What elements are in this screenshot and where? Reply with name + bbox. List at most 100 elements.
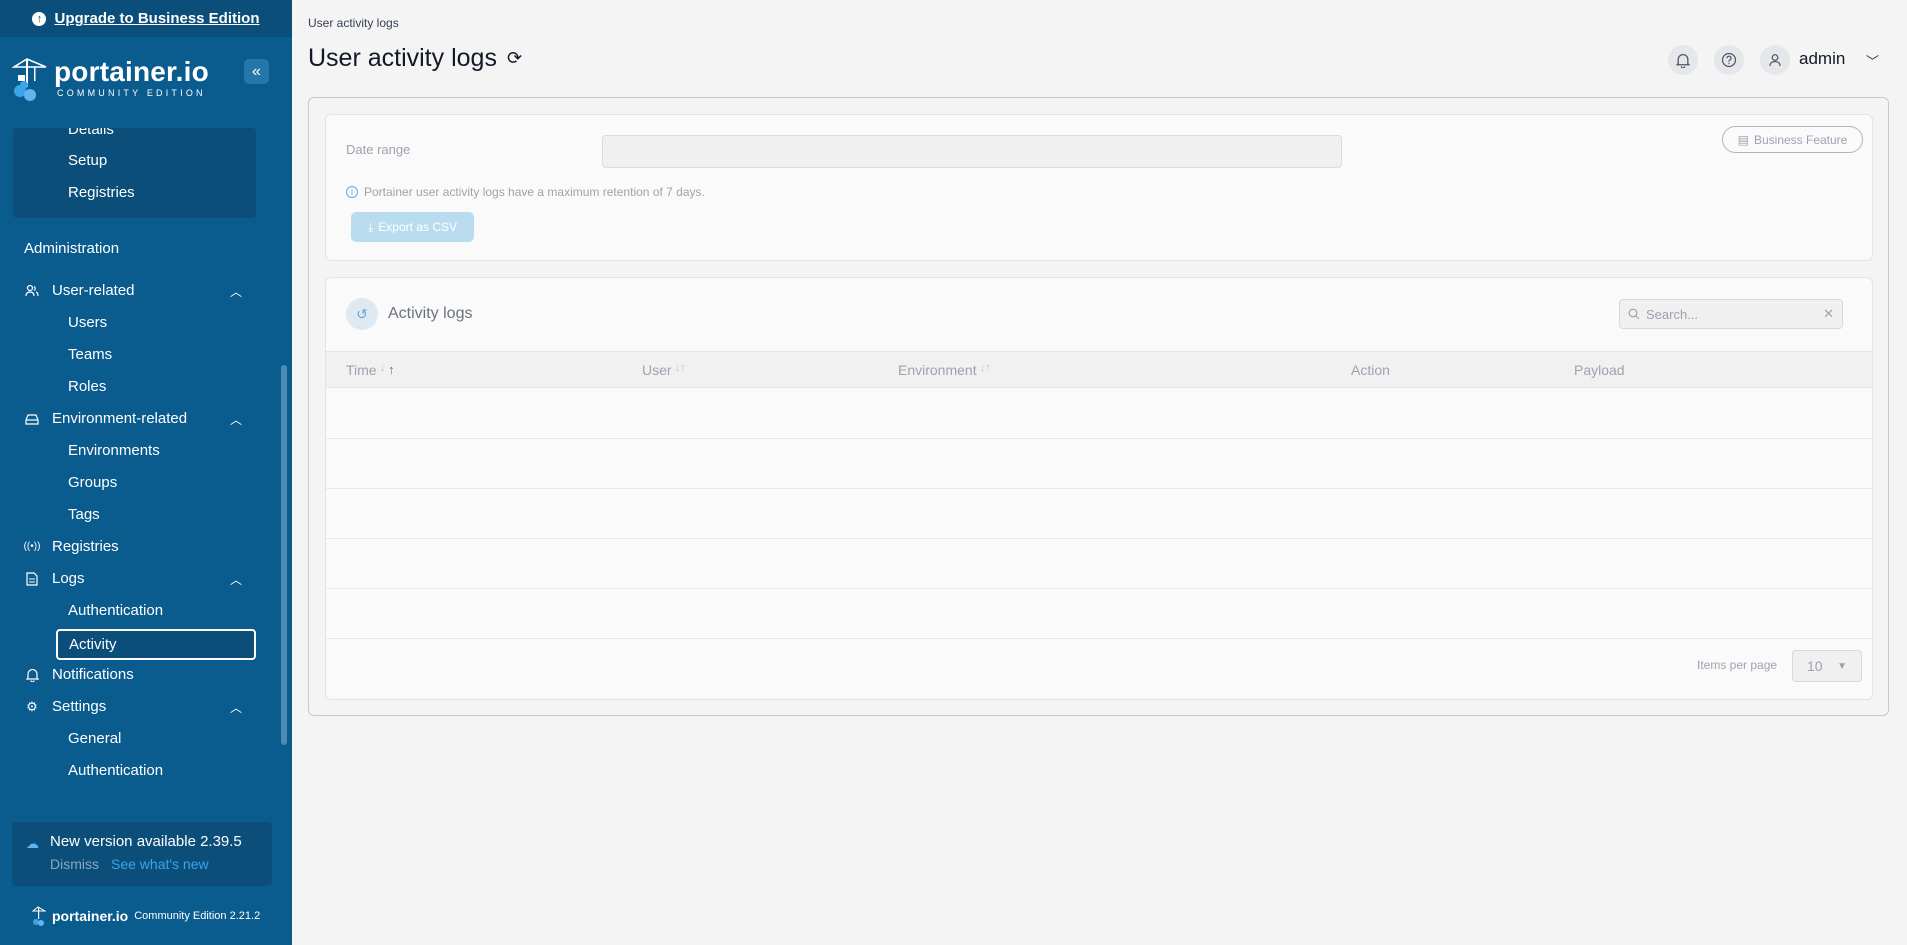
breadcrumb: User activity logs [308, 16, 399, 30]
user-icon [1769, 54, 1781, 67]
history-icon: ↺ [346, 298, 378, 330]
help-circle-icon [1721, 52, 1737, 68]
upgrade-banner[interactable]: ↑ Upgrade to Business Edition [0, 0, 292, 37]
file-text-icon [24, 571, 40, 587]
sidebar-item-tags[interactable]: Tags [68, 506, 100, 523]
sort-up-icon: ↑ [388, 362, 395, 377]
user-avatar[interactable] [1760, 45, 1790, 75]
footer-edition: Community Edition 2.21.2 [134, 910, 261, 922]
column-header-time[interactable]: Time ↓ ↑ [346, 362, 395, 378]
date-range-input[interactable] [602, 135, 1342, 168]
column-header-payload: Payload [1574, 362, 1625, 378]
activity-logs-table: ↺ Activity logs Search... ✕ Time ↓ ↑ User… [325, 277, 1873, 700]
chevron-down-icon: ▼ [1837, 660, 1847, 672]
briefcase-icon: ▤ [1737, 132, 1749, 147]
sidebar-item-label: Settings [52, 698, 107, 715]
sidebar-item-settings[interactable]: ⚙ Settings ︿ [24, 698, 242, 715]
column-header-action: Action [1351, 362, 1390, 378]
sidebar-item-auth-settings[interactable]: Authentication [68, 762, 163, 779]
arrow-up-circle-icon: ↑ [32, 11, 47, 26]
search-placeholder: Search... [1646, 306, 1699, 322]
sidebar-item-notifications[interactable]: Notifications [24, 666, 242, 683]
update-title: New version available 2.39.5 [50, 833, 242, 850]
sidebar-item-groups[interactable]: Groups [68, 474, 117, 491]
items-per-page-select[interactable]: 10 ▼ [1792, 650, 1862, 682]
clear-search-icon[interactable]: ✕ [1823, 306, 1834, 322]
download-icon: ⤓ [367, 219, 374, 234]
column-header-environment[interactable]: Environment ↓↑ [898, 362, 991, 378]
sidebar-item-activity[interactable]: Activity [56, 629, 256, 660]
chevron-up-icon: ︿ [229, 573, 242, 587]
search-icon [1628, 308, 1640, 320]
search-input[interactable]: Search... ✕ [1619, 299, 1843, 329]
sidebar-item-setup[interactable]: Setup [68, 152, 107, 169]
export-csv-label: Export as CSV [378, 220, 457, 234]
sidebar-item-users[interactable]: Users [68, 314, 107, 331]
business-feature-badge: ▤ Business Feature [1722, 126, 1863, 153]
upgrade-link[interactable]: Upgrade to Business Edition [54, 10, 259, 27]
sort-icon: ↓↑ [979, 362, 991, 374]
user-menu-name[interactable]: admin [1799, 49, 1845, 69]
radio-icon: ((•)) [23, 541, 41, 552]
table-row [326, 389, 1872, 439]
retention-note: i Portainer user activity logs have a ma… [346, 185, 705, 199]
info-icon: i [346, 186, 358, 198]
update-notice: ☁ New version available 2.39.5 Dismiss S… [12, 822, 272, 886]
sidebar-item-auth-logs[interactable]: Authentication [68, 602, 163, 619]
page-title: User activity logs ⟳ [308, 44, 522, 73]
sidebar-item-teams[interactable]: Teams [68, 346, 112, 363]
dismiss-link[interactable]: Dismiss [50, 856, 99, 872]
retention-note-text: Portainer user activity logs have a maxi… [364, 185, 705, 199]
whats-new-link[interactable]: See what's new [111, 856, 209, 872]
sidebar-item-general[interactable]: General [68, 730, 121, 747]
gear-icon: ⚙ [26, 698, 38, 714]
brand-name: portainer.io [54, 56, 209, 87]
sidebar-item-logs[interactable]: Logs ︿ [24, 570, 242, 587]
sidebar-item-label: Logs [52, 570, 85, 587]
table-row [326, 439, 1872, 489]
administration-heading: Administration [24, 240, 120, 257]
sidebar: ↑ Upgrade to Business Edition portainer.… [0, 0, 292, 945]
sidebar-item-roles[interactable]: Roles [68, 378, 106, 395]
sidebar-item-registries[interactable]: ((•)) Registries [24, 538, 242, 555]
table-row [326, 539, 1872, 589]
footer-brand-name: portainer.io [52, 908, 129, 924]
portainer-logo[interactable]: portainer.io COMMUNITY EDITION [12, 57, 209, 103]
bell-icon [1676, 53, 1690, 68]
sidebar-item-environment-related[interactable]: Environment-related ︿ [24, 410, 242, 427]
chevrons-left-icon: « [252, 62, 261, 80]
sidebar-item-environments[interactable]: Environments [68, 442, 160, 459]
footer-brand: portainer.io Community Edition 2.21.2 [32, 906, 260, 926]
table-header: Time ↓ ↑ User ↓↑ Environment ↓↑ Action Pa… [326, 351, 1872, 388]
brand-subtitle: COMMUNITY EDITION [57, 88, 206, 98]
sidebar-item-label: User-related [52, 282, 135, 299]
table-row [326, 589, 1872, 639]
sidebar-item-label: Notifications [52, 666, 134, 683]
sidebar-item-user-related[interactable]: User-related ︿ [24, 282, 242, 299]
business-feature-label: Business Feature [1753, 132, 1848, 147]
crane-logo-icon [32, 906, 46, 926]
export-csv-button[interactable]: ⤓ Export as CSV [351, 212, 474, 242]
refresh-icon[interactable]: ⟳ [507, 48, 522, 69]
items-per-page-label: Items per page [1697, 658, 1778, 672]
column-header-user[interactable]: User ↓↑ [642, 362, 686, 378]
cloud-download-icon: ☁ [26, 836, 39, 851]
environment-submenu: Details Setup Registries [13, 128, 256, 218]
date-range-label: Date range [346, 142, 411, 157]
chevron-up-icon: ︿ [229, 701, 242, 715]
sidebar-item-label: Environment-related [52, 410, 188, 427]
notifications-button[interactable] [1668, 45, 1698, 75]
filter-card: Date range i Portainer user activity log… [325, 114, 1873, 261]
collapse-sidebar-button[interactable]: « [244, 59, 269, 84]
table-row [326, 489, 1872, 539]
bell-icon [24, 667, 40, 683]
sidebar-item-label: Registries [52, 538, 119, 555]
help-button[interactable] [1714, 45, 1744, 75]
sidebar-item-details[interactable]: Details [68, 128, 114, 138]
sidebar-scrollbar[interactable] [281, 365, 287, 745]
chevron-down-icon[interactable]: ﹀ [1866, 51, 1879, 70]
page-title-text: User activity logs [308, 44, 497, 72]
sort-down-icon: ↓ [379, 362, 386, 374]
hard-drive-icon [24, 411, 40, 427]
sidebar-item-env-registries[interactable]: Registries [68, 184, 135, 201]
